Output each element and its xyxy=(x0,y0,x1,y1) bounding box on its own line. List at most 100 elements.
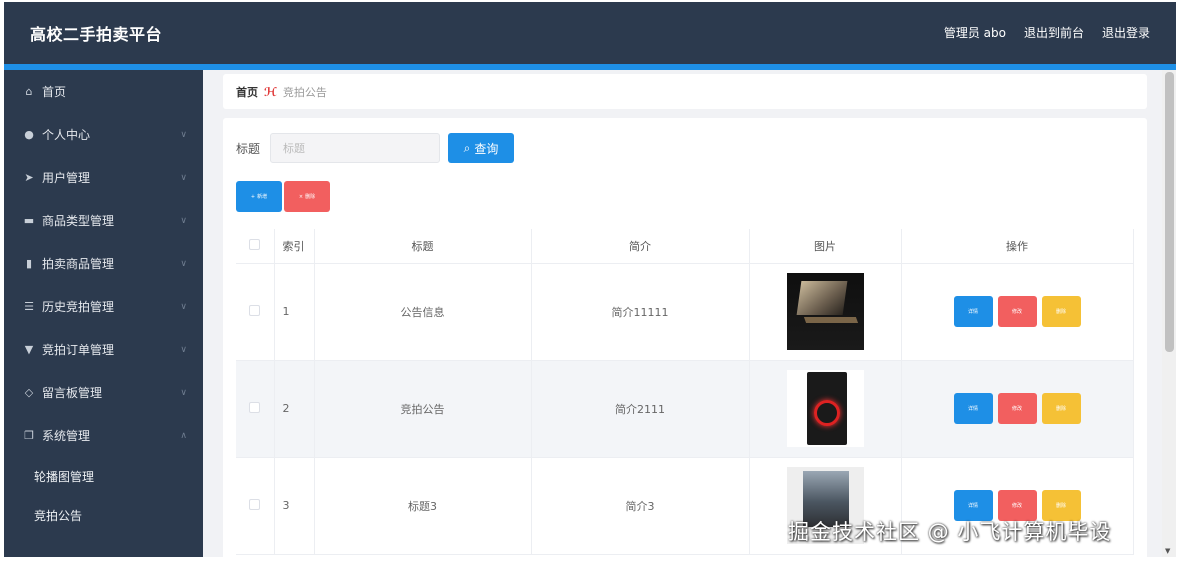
sidebar-item-label: 历史竞拍管理 xyxy=(42,300,115,314)
list-icon: ☰ xyxy=(24,300,34,313)
sidebar-subitem-carousel[interactable]: 轮播图管理 xyxy=(4,457,203,496)
header-index: 索引 xyxy=(274,229,315,264)
scroll-thumb[interactable] xyxy=(1165,72,1174,352)
brand-title: 高校二手拍卖平台 xyxy=(30,25,163,44)
row-checkbox-cell xyxy=(236,457,275,555)
row-ops: 详情 修改 删除 xyxy=(901,263,1134,361)
action-row: + 新增 × 删除 xyxy=(236,181,330,212)
main-content: 首页 ℋ 竞拍公告 标题 ⌕ 查询 + 新增 × 删除 xyxy=(203,70,1162,557)
sidebar-item-orders[interactable]: ▼ 竞拍订单管理 ∨ xyxy=(4,328,203,371)
plus-icon: + xyxy=(250,193,256,200)
admin-label: 管理员 abo xyxy=(943,26,1006,40)
row-image-cell xyxy=(749,263,902,361)
copy-icon: ❐ xyxy=(24,429,34,442)
sidebar-item-categories[interactable]: ▬ 商品类型管理 ∨ xyxy=(4,199,203,242)
chevron-down-icon: ∨ xyxy=(180,172,187,183)
chevron-up-icon: ∧ xyxy=(180,430,187,441)
detail-button[interactable]: 详情 xyxy=(953,296,993,327)
sidebar-item-profile[interactable]: ● 个人中心 ∨ xyxy=(4,113,203,156)
sidebar-item-label: 留言板管理 xyxy=(42,386,103,400)
row-title: 标题3 xyxy=(314,457,532,555)
sidebar-subitem-notice[interactable]: 竞拍公告 xyxy=(4,496,203,535)
sidebar-item-label: 商品类型管理 xyxy=(42,214,115,228)
notice-table: 索引 标题 简介 图片 操作 1 公告信息 简介11111 详情 修改 删除 2… xyxy=(236,229,1134,555)
chevron-down-icon: ∨ xyxy=(180,344,187,355)
bar-chart-icon: ▮ xyxy=(25,257,33,270)
select-all-checkbox[interactable] xyxy=(249,238,261,250)
header-desc: 简介 xyxy=(531,229,750,264)
edit-button[interactable]: 修改 xyxy=(997,296,1037,327)
row-delete-button[interactable]: 删除 xyxy=(1041,296,1081,327)
row-checkbox[interactable] xyxy=(249,498,261,510)
row-checkbox-cell xyxy=(236,263,275,361)
title-search-input[interactable] xyxy=(270,133,441,163)
logout-link[interactable]: 退出登录 xyxy=(1102,24,1150,41)
add-button-label: 新增 xyxy=(257,194,268,200)
table-header-row: 索引 标题 简介 图片 操作 xyxy=(236,229,1134,264)
row-desc: 简介11111 xyxy=(531,263,750,361)
bell-icon: ◇ xyxy=(24,386,34,399)
table-row: 2 竞拍公告 简介2111 详情 修改 删除 xyxy=(236,360,1134,458)
vertical-scrollbar[interactable]: ▼ xyxy=(1162,70,1176,557)
scroll-down-arrow-icon[interactable]: ▼ xyxy=(1165,547,1170,555)
breadcrumb-current: 竞拍公告 xyxy=(282,85,327,99)
sidebar-item-label: 拍卖商品管理 xyxy=(42,257,115,271)
sidebar-item-messages[interactable]: ◇ 留言板管理 ∨ xyxy=(4,371,203,414)
home-icon: ⌂ xyxy=(25,85,33,98)
table-row: 1 公告信息 简介11111 详情 修改 删除 xyxy=(236,263,1134,361)
sidebar-item-auction-goods[interactable]: ▮ 拍卖商品管理 ∨ xyxy=(4,242,203,285)
row-checkbox-cell xyxy=(236,360,275,458)
chevron-down-icon: ∨ xyxy=(180,215,187,226)
sidebar-item-label: 竞拍订单管理 xyxy=(42,343,115,357)
row-index: 1 xyxy=(274,263,315,361)
row-checkbox[interactable] xyxy=(249,401,261,413)
sidebar-item-label: 首页 xyxy=(42,85,67,99)
sidebar-item-users[interactable]: ➤ 用户管理 ∨ xyxy=(4,156,203,199)
row-title: 公告信息 xyxy=(314,263,532,361)
breadcrumb-separator-icon: ℋ xyxy=(264,84,277,99)
row-title: 竞拍公告 xyxy=(314,360,532,458)
chevron-down-icon: ∨ xyxy=(180,301,187,312)
edit-button[interactable]: 修改 xyxy=(997,393,1037,424)
sidebar: ⌂ 首页 ● 个人中心 ∨ ➤ 用户管理 ∨ ▬ 商品类型管理 ∨ ▮ 拍卖商品… xyxy=(4,70,203,557)
row-index: 2 xyxy=(274,360,315,458)
watermark-text: 掘金技术社区 @ 小飞计算机毕设 xyxy=(788,520,1112,544)
add-button[interactable]: + 新增 xyxy=(236,181,282,212)
exit-to-front-link[interactable]: 退出到前台 xyxy=(1024,24,1084,41)
sidebar-item-history[interactable]: ☰ 历史竞拍管理 ∨ xyxy=(4,285,203,328)
chevron-down-icon: ∨ xyxy=(180,258,187,269)
delete-button-label: 删除 xyxy=(305,194,316,200)
row-checkbox[interactable] xyxy=(249,304,261,316)
search-row: 标题 ⌕ 查询 xyxy=(236,133,515,163)
chevron-down-icon: ∨ xyxy=(180,129,187,140)
search-icon: ⌕ xyxy=(463,140,471,155)
row-index: 3 xyxy=(274,457,315,555)
row-delete-button[interactable]: 删除 xyxy=(1041,393,1081,424)
header-ops: 操作 xyxy=(901,229,1134,264)
flag-icon: ▼ xyxy=(24,343,34,356)
app-window: 高校二手拍卖平台 管理员 abo 退出到前台 退出登录 ⌂ 首页 ● 个人中心 … xyxy=(4,2,1176,557)
laptop-image xyxy=(786,273,864,350)
trash-icon: × xyxy=(298,193,304,200)
top-header: 高校二手拍卖平台 管理员 abo 退出到前台 退出登录 xyxy=(4,2,1176,64)
row-desc: 简介3 xyxy=(531,457,750,555)
sidebar-item-label: 用户管理 xyxy=(42,171,91,185)
user-icon: ● xyxy=(24,128,34,141)
sidebar-item-system[interactable]: ❐ 系统管理 ∧ xyxy=(4,414,203,457)
breadcrumb: 首页 ℋ 竞拍公告 xyxy=(223,74,1147,109)
row-desc: 简介2111 xyxy=(531,360,750,458)
breadcrumb-home[interactable]: 首页 xyxy=(236,84,258,100)
sidebar-item-home[interactable]: ⌂ 首页 xyxy=(4,70,203,113)
header-title: 标题 xyxy=(314,229,532,264)
search-label: 标题 xyxy=(236,141,261,156)
detail-button[interactable]: 详情 xyxy=(953,393,993,424)
query-button[interactable]: ⌕ 查询 xyxy=(448,133,515,163)
delete-button[interactable]: × 删除 xyxy=(284,181,330,212)
select-all-cell xyxy=(236,229,275,264)
chevron-down-icon: ∨ xyxy=(180,387,187,398)
header-links: 管理员 abo 退出到前台 退出登录 xyxy=(944,24,1150,41)
monitor-icon: ▬ xyxy=(23,214,35,227)
gaming-pc-image xyxy=(786,370,864,447)
sidebar-item-label: 系统管理 xyxy=(42,429,91,443)
row-ops: 详情 修改 删除 xyxy=(901,360,1134,458)
